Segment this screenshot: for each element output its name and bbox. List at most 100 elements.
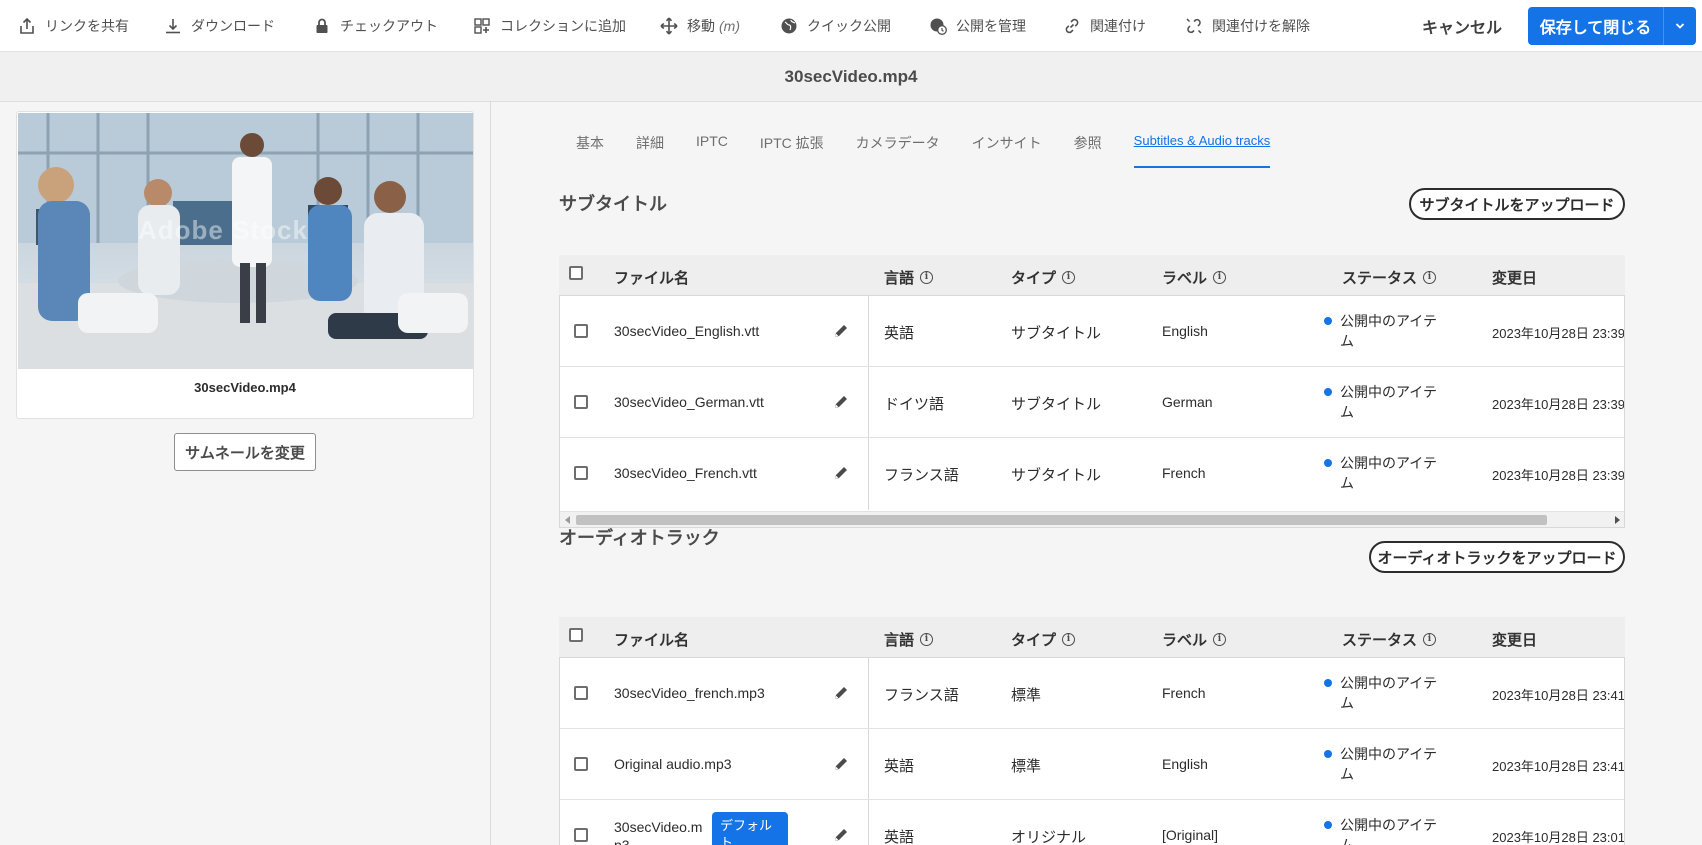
column-status[interactable]: ステータス i [1342,267,1437,288]
move-icon [660,16,678,35]
row-status-label: 公開中のアイテム [1340,746,1438,782]
left-pane: Adobe Stock 30secVideo.mp4 サムネールを変更 [0,102,491,845]
tab-subtitles-audio[interactable]: Subtitles & Audio tracks [1133,122,1271,168]
checkout-button[interactable]: チェックアウト [313,0,438,52]
asset-card: Adobe Stock 30secVideo.mp4 [16,111,474,419]
add-to-collection-button[interactable]: コレクションに追加 [473,0,626,52]
relate-button[interactable]: 関連付け [1063,0,1146,52]
move-button[interactable]: 移動 (m) [660,0,740,52]
table-row[interactable]: 30secVideo_French.vtt フランス語 サブタイトル Frenc… [560,438,1625,509]
row-language: フランス語 [884,687,959,704]
tab-references[interactable]: 参照 [1074,122,1102,168]
row-status-label: 公開中のアイテム [1340,675,1438,711]
column-label[interactable]: ラベル i [1162,629,1227,650]
link-icon [1065,18,1079,33]
info-icon[interactable]: i [920,633,934,646]
edit-pencil-icon[interactable] [832,755,850,773]
row-status: 公開中のアイテム [1324,673,1450,713]
status-dot [1324,317,1332,325]
column-modified[interactable]: 変更日 [1492,629,1537,650]
asset-caption: 30secVideo.mp4 [194,380,296,395]
row-status-label: 公開中のアイテム [1340,384,1438,420]
move-label: 移動 [687,17,715,34]
column-status[interactable]: ステータス i [1342,629,1437,650]
asset-title: 30secVideo.mp4 [0,52,1702,102]
row-filename: 30secVideo.mp3 [614,819,703,845]
share-link-button[interactable]: リンクを共有 [18,0,129,52]
scrollbar-thumb[interactable] [576,515,1547,525]
info-icon[interactable]: i [1062,271,1076,284]
subtitles-table-header: ファイル名 言語 i タイプ i ラベル i ステータス i 変更日 [559,255,1625,295]
row-label: [Original] [1162,827,1219,843]
column-modified[interactable]: 変更日 [1492,267,1537,288]
table-row[interactable]: 30secVideo_English.vtt 英語 サブタイトル English… [560,296,1624,367]
info-icon[interactable]: i [1213,633,1227,646]
info-icon[interactable]: i [1062,633,1076,646]
column-filename[interactable]: ファイル名 [614,267,689,288]
info-icon[interactable]: i [920,271,934,284]
row-checkbox[interactable] [574,757,588,771]
row-checkbox[interactable] [574,828,588,842]
edit-pencil-icon[interactable] [832,684,850,702]
edit-pencil-icon[interactable] [832,464,850,482]
share-icon [20,17,34,34]
column-type[interactable]: タイプ i [1011,629,1076,650]
subtitles-table-body: 30secVideo_English.vtt 英語 サブタイトル English… [559,295,1625,528]
row-checkbox[interactable] [574,686,588,700]
share-link-label: リンクを共有 [45,17,129,34]
save-close-button[interactable]: 保存して閉じる [1528,7,1664,45]
table-row[interactable]: 30secVideo_french.mp3 フランス語 標準 French 公開… [560,658,1624,729]
cancel-button[interactable]: キャンセル [1422,0,1502,52]
select-all-checkbox[interactable] [569,266,583,280]
tab-advanced[interactable]: 詳細 [636,122,664,168]
column-type-label: タイプ [1011,270,1057,287]
tab-iptc[interactable]: IPTC [696,122,728,168]
subtitles-heading: サブタイトル [559,194,667,214]
upload-subtitles-button[interactable]: サブタイトルをアップロード [1409,188,1625,220]
row-language: フランス語 [884,467,959,484]
row-filename: 30secVideo_french.mp3 [614,685,765,701]
edit-pencil-icon[interactable] [832,322,850,340]
quick-publish-button[interactable]: クイック公開 [780,0,891,52]
right-pane: 基本 詳細 IPTC IPTC 拡張 カメラデータ インサイト 参照 Subti… [492,102,1702,845]
edit-pencil-icon[interactable] [832,826,850,844]
column-language[interactable]: 言語 i [884,267,934,288]
tab-insights[interactable]: インサイト [972,122,1042,168]
save-options-button[interactable] [1664,7,1696,45]
info-icon[interactable]: i [1423,271,1437,284]
status-dot [1324,750,1332,758]
row-modified: 2023年10月28日 23:39 [1492,468,1625,483]
chevron-down-icon [1675,23,1685,29]
row-modified: 2023年10月28日 23:01 [1492,830,1625,845]
row-language: ドイツ語 [884,396,945,413]
unrelate-button[interactable]: 関連付けを解除 [1185,0,1310,52]
scroll-right-arrow[interactable] [1615,516,1620,524]
row-language: 英語 [884,829,915,845]
row-checkbox[interactable] [574,324,588,338]
quick-publish-label: クイック公開 [807,17,891,34]
row-checkbox[interactable] [574,466,588,480]
table-row[interactable]: 30secVideo_German.vtt ドイツ語 サブタイトル German… [560,367,1624,438]
download-button[interactable]: ダウンロード [164,0,275,52]
column-filename[interactable]: ファイル名 [614,629,689,650]
table-row[interactable]: Original audio.mp3 英語 標準 English 公開中のアイテ… [560,729,1624,800]
tab-basic[interactable]: 基本 [576,122,604,168]
manage-publication-button[interactable]: 公開を管理 [929,0,1026,52]
column-label[interactable]: ラベル i [1162,267,1227,288]
column-language[interactable]: 言語 i [884,629,934,650]
table-row[interactable]: 30secVideo.mp3 デフォルト 英語 オリジナル [Original]… [560,800,1625,845]
row-checkbox[interactable] [574,395,588,409]
info-icon[interactable]: i [1423,633,1437,646]
column-language-label: 言語 [884,632,915,649]
row-type: 標準 [1011,758,1042,775]
info-icon[interactable]: i [1213,271,1227,284]
select-all-checkbox[interactable] [569,628,583,642]
change-thumbnail-button[interactable]: サムネールを変更 [174,433,316,471]
status-dot [1324,679,1332,687]
tab-iptc-extension[interactable]: IPTC 拡張 [760,122,824,168]
scroll-left-arrow[interactable] [565,516,570,524]
column-type[interactable]: タイプ i [1011,267,1076,288]
edit-pencil-icon[interactable] [832,393,850,411]
tab-camera-data[interactable]: カメラデータ [856,122,940,168]
upload-audio-tracks-button[interactable]: オーディオトラックをアップロード [1369,541,1625,573]
